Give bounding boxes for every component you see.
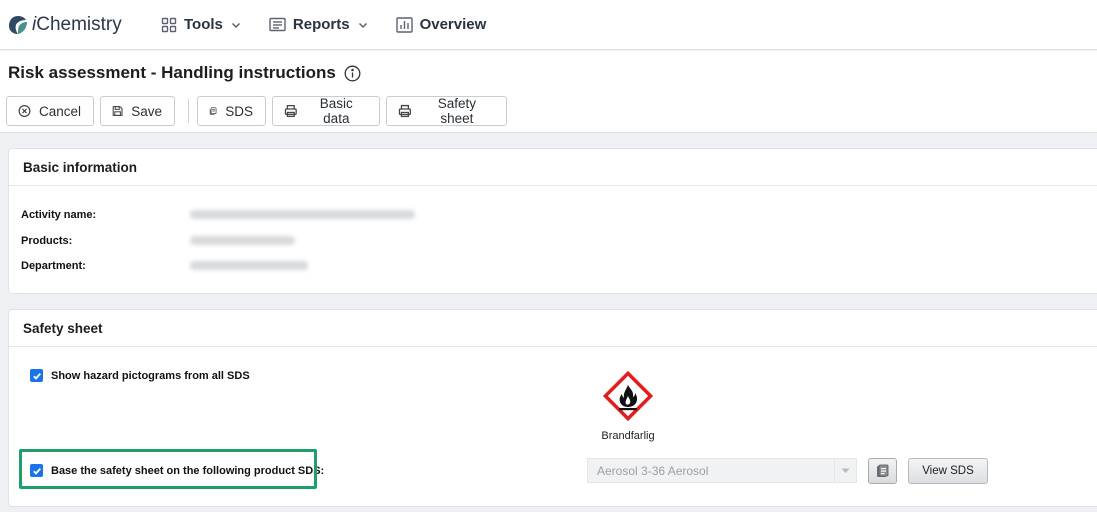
logo-leaf-icon [9,15,27,34]
info-icon[interactable] [344,65,361,82]
printer-icon [398,104,411,118]
basic-data-button-label: Basic data [319,96,353,126]
nav-tools-label: Tools [184,16,223,33]
basic-information-panel: Basic information [8,148,1097,294]
department-label: Department: [21,260,86,272]
brand-name: iChemistry [32,13,122,35]
cancel-button-label: Cancel [38,103,81,119]
save-button[interactable]: Save [100,96,175,126]
flammable-icon [602,370,654,422]
page-title: Risk assessment - Handling instructions [8,63,361,83]
sds-document-button[interactable] [868,458,897,484]
basic-information-heading: Basic information [9,149,1097,186]
products-label: Products: [21,235,73,247]
save-button-label: Save [131,103,162,119]
nav-overview-label: Overview [419,16,487,33]
product-sds-select-value: Aerosol 3-36 Aerosol [597,463,709,478]
show-pictograms-row[interactable]: Show hazard pictograms from all SDS [30,369,250,382]
floppy-disk-icon [112,106,123,116]
activity-name-label: Activity name: [21,209,97,221]
pictogram-label: Brandfarlig [601,430,655,442]
document-icon [877,464,889,477]
department-value-redacted [190,261,308,270]
nav-overview[interactable]: Overview [382,0,501,50]
bar-chart-icon [395,16,413,33]
sds-button[interactable]: SDS [197,96,266,126]
documents-icon [209,107,217,115]
chevron-down-icon [834,459,856,482]
brand-logo[interactable]: iChemistry [7,14,147,36]
top-navigation: iChemistry Tools Reports Overview [0,0,1097,50]
report-icon [269,17,286,32]
page-title-text: Risk assessment - Handling instructions [8,63,336,82]
basic-data-button[interactable]: Basic data [272,96,380,126]
grid-icon [161,17,177,32]
show-pictograms-label: Show hazard pictograms from all SDS [51,369,250,382]
action-toolbar: Cancel Save SDS Basic data Safety sheet [6,96,513,126]
cancel-button[interactable]: Cancel [6,96,94,126]
nav-reports[interactable]: Reports [255,0,382,50]
product-sds-select[interactable]: Aerosol 3-36 Aerosol [587,458,857,483]
printer-icon [284,105,297,117]
checkmark-icon [32,372,41,380]
nav-tools[interactable]: Tools [147,0,255,50]
activity-name-value-redacted [190,210,415,219]
page-header: Risk assessment - Handling instructions … [0,51,1097,133]
highlight-box [19,449,317,489]
nav-reports-label: Reports [292,16,350,33]
show-pictograms-checkbox[interactable] [30,369,43,382]
toolbar-divider [188,99,189,123]
products-value-redacted [190,236,295,245]
chevron-down-icon [358,22,367,28]
safety-sheet-heading: Safety sheet [9,310,1097,347]
safety-sheet-button[interactable]: Safety sheet [386,96,507,126]
view-sds-button[interactable]: View SDS [908,458,988,484]
chevron-down-icon [231,22,240,28]
cancel-icon [18,105,31,117]
safety-sheet-button-label: Safety sheet [437,96,477,126]
sds-button-label: SDS [225,103,253,119]
